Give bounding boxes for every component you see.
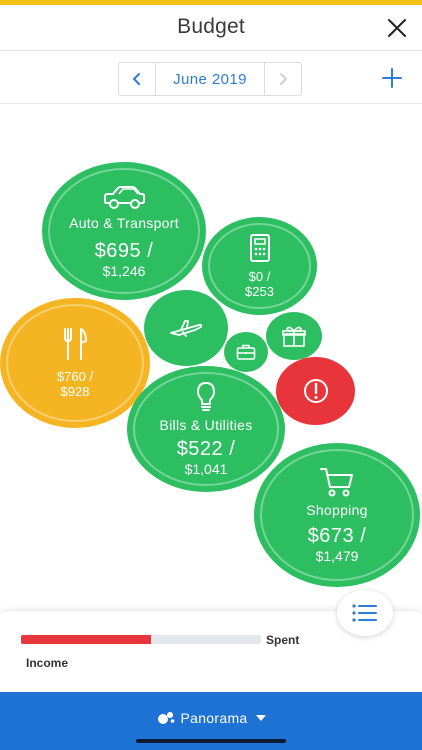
budget-amount: $253 bbox=[245, 284, 274, 299]
panorama-logo-icon bbox=[157, 712, 174, 724]
budget-amount: $1,041 bbox=[184, 461, 228, 477]
current-month[interactable]: June 2019 bbox=[156, 63, 264, 95]
briefcase-icon bbox=[236, 344, 256, 360]
chevron-right-icon bbox=[280, 73, 287, 85]
spent-amount: $673 / bbox=[307, 525, 367, 547]
category-name: Bills & Utilities bbox=[159, 417, 253, 433]
month-picker: June 2019 bbox=[118, 62, 302, 96]
cart-icon bbox=[320, 468, 353, 497]
budget-amount: $928 bbox=[60, 384, 90, 399]
bubble-auto-transport[interactable]: Auto & Transport $695 / $1,246 bbox=[42, 162, 206, 300]
spent-amount: $760 / bbox=[56, 369, 94, 384]
airplane-icon bbox=[170, 320, 203, 337]
spent-amount: $695 / bbox=[94, 240, 154, 262]
budget-amount: $1,479 bbox=[315, 548, 359, 564]
income-label: Income bbox=[26, 656, 69, 670]
header: Budget bbox=[0, 5, 422, 51]
caret-down-icon bbox=[255, 715, 266, 721]
month-bar: June 2019 bbox=[0, 52, 422, 104]
budget-amount: $1,246 bbox=[102, 263, 146, 279]
footer-label: Panorama bbox=[180, 710, 248, 726]
calculator-icon bbox=[249, 234, 270, 262]
spent-label: Spent bbox=[266, 633, 300, 647]
gift-icon bbox=[282, 326, 306, 347]
next-month-button[interactable] bbox=[264, 63, 301, 95]
car-icon bbox=[104, 186, 145, 209]
category-name: Shopping bbox=[306, 502, 368, 518]
spent-amount: $522 / bbox=[176, 438, 236, 460]
chevron-left-icon bbox=[133, 73, 140, 85]
alert-icon bbox=[303, 379, 328, 403]
bubble-calculator[interactable]: $0 / $253 bbox=[202, 217, 317, 315]
bubble-bills-utilities[interactable]: Bills & Utilities $522 / $1,041 bbox=[127, 366, 285, 492]
list-icon bbox=[352, 604, 377, 622]
lightbulb-icon bbox=[197, 382, 215, 411]
bubble-gifts[interactable] bbox=[266, 312, 322, 360]
bubble-travel[interactable] bbox=[144, 290, 228, 366]
list-view-button[interactable] bbox=[337, 590, 393, 636]
close-icon[interactable] bbox=[386, 17, 408, 39]
panorama-menu-button[interactable]: Panorama bbox=[0, 710, 422, 726]
bubble-uncategorized-alert[interactable] bbox=[276, 357, 355, 425]
bubble-business[interactable] bbox=[224, 332, 268, 372]
category-name: Auto & Transport bbox=[69, 215, 179, 231]
bubble-shopping[interactable]: Shopping $673 / $1,479 bbox=[254, 443, 420, 587]
spent-amount: $0 / bbox=[248, 269, 271, 284]
page-title: Budget bbox=[177, 15, 245, 38]
prev-month-button[interactable] bbox=[119, 63, 156, 95]
plus-icon[interactable] bbox=[382, 68, 402, 88]
bubble-food-dining[interactable]: $760 / $928 bbox=[0, 298, 150, 428]
spent-progress-fill bbox=[21, 635, 151, 644]
bubble-ring bbox=[6, 304, 144, 422]
fork-knife-icon bbox=[64, 328, 87, 360]
home-indicator bbox=[136, 739, 286, 743]
spent-progress-bar bbox=[21, 635, 261, 644]
